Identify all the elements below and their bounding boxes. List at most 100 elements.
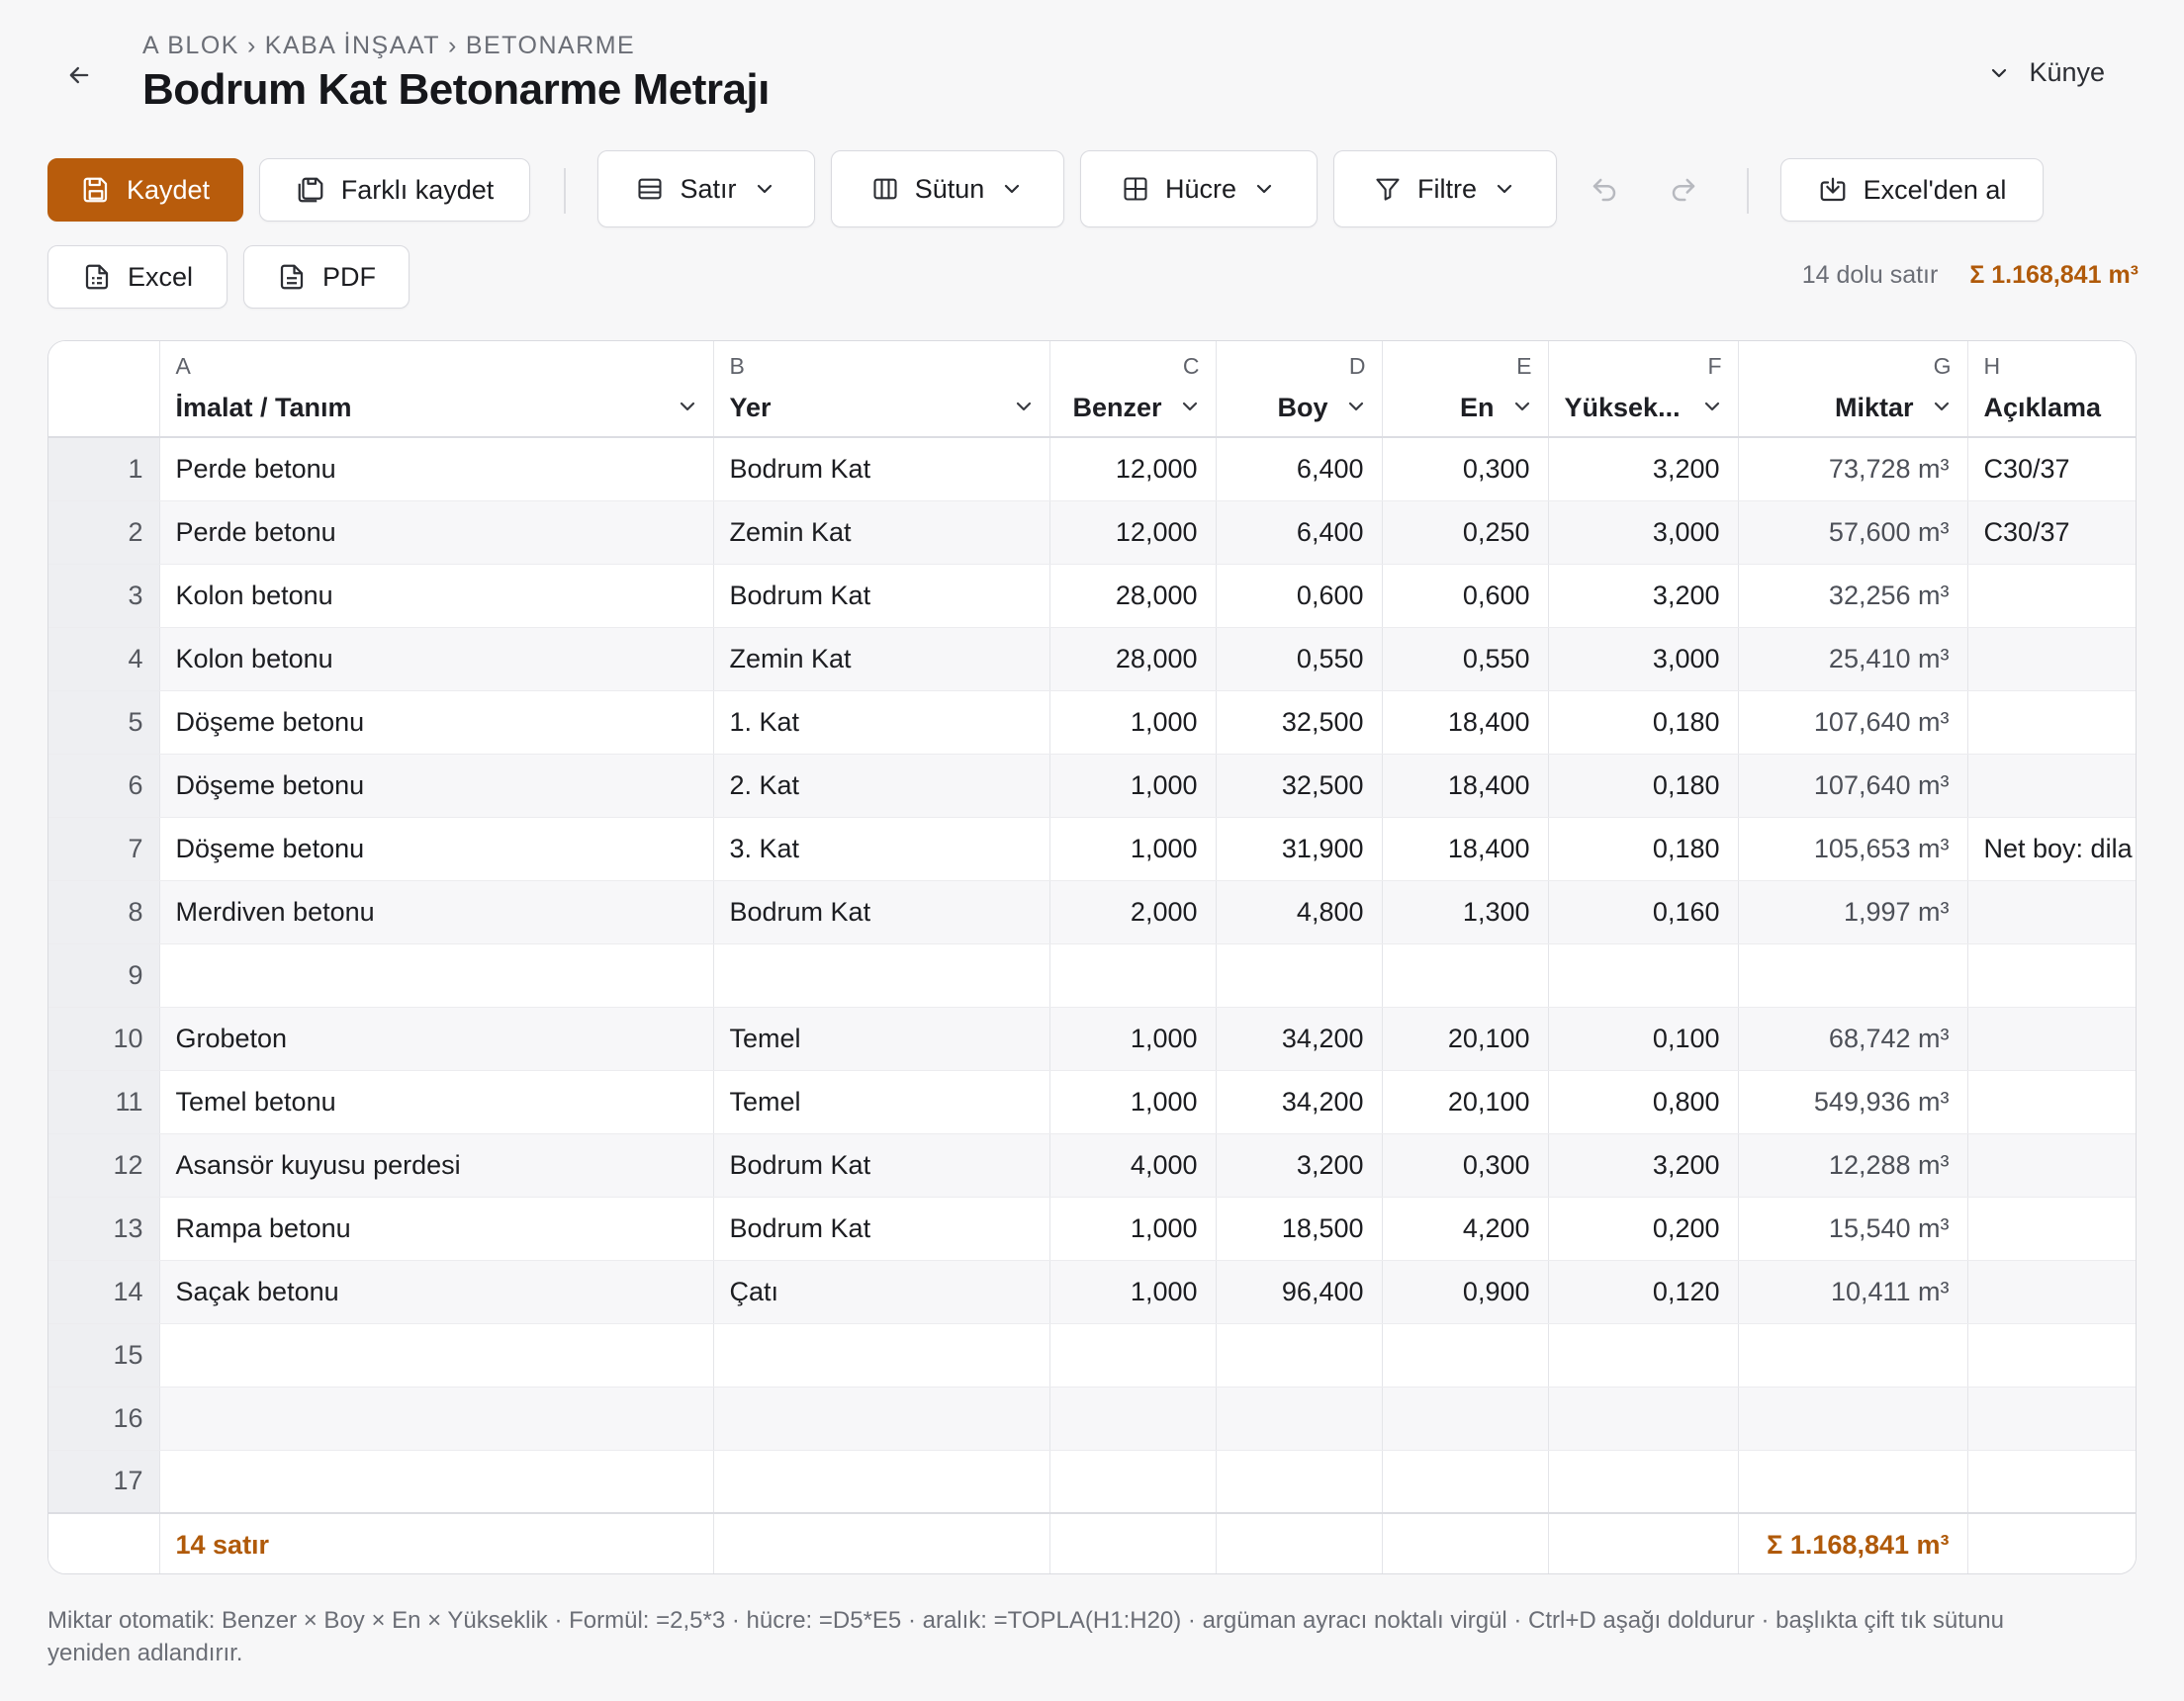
chevron-down-icon[interactable] [1700, 395, 1724, 418]
row-number[interactable]: 3 [48, 564, 160, 628]
cell-yukseklik[interactable]: 3,200 [1548, 437, 1739, 501]
cell-benzer[interactable] [1049, 1450, 1217, 1514]
cell-yer[interactable] [713, 1450, 1050, 1514]
cell-imalat[interactable] [159, 1323, 714, 1388]
cell-en[interactable] [1382, 1387, 1549, 1451]
cell-aciklama[interactable] [1967, 1260, 2136, 1324]
cell-aciklama[interactable] [1967, 1450, 2136, 1514]
chevron-down-icon[interactable] [1930, 395, 1954, 418]
cell-miktar[interactable]: 10,411 m³ [1738, 1260, 1968, 1324]
cell-imalat[interactable]: Rampa betonu [159, 1197, 714, 1261]
export-excel-button[interactable]: Excel [47, 245, 228, 309]
cell-boy[interactable] [1216, 1450, 1383, 1514]
cell-yer[interactable]: 1. Kat [713, 690, 1050, 755]
cell-en[interactable]: 18,400 [1382, 754, 1549, 818]
cell-menu-button[interactable]: Hücre [1080, 150, 1318, 227]
cell-aciklama[interactable] [1967, 880, 2136, 944]
cell-yer[interactable]: Zemin Kat [713, 627, 1050, 691]
cell-aciklama[interactable] [1967, 627, 2136, 691]
row-number[interactable]: 1 [48, 437, 160, 501]
cell-miktar[interactable] [1738, 943, 1968, 1008]
cell-boy[interactable]: 18,500 [1216, 1197, 1383, 1261]
cell-benzer[interactable]: 1,000 [1049, 754, 1217, 818]
cell-en[interactable]: 0,600 [1382, 564, 1549, 628]
cell-aciklama[interactable]: C30/37 [1967, 437, 2136, 501]
cell-yukseklik[interactable]: 3,200 [1548, 564, 1739, 628]
cell-yer[interactable] [713, 1323, 1050, 1388]
cell-imalat[interactable]: Saçak betonu [159, 1260, 714, 1324]
cell-yer[interactable]: Bodrum Kat [713, 1133, 1050, 1198]
cell-miktar[interactable]: 68,742 m³ [1738, 1007, 1968, 1071]
column-menu-button[interactable]: Sütun [831, 150, 1064, 227]
cell-yukseklik[interactable]: 0,200 [1548, 1197, 1739, 1261]
cell-imalat[interactable]: Perde betonu [159, 437, 714, 501]
cell-en[interactable]: 4,200 [1382, 1197, 1549, 1261]
cell-benzer[interactable]: 1,000 [1049, 817, 1217, 881]
cell-en[interactable] [1382, 1323, 1549, 1388]
cell-aciklama[interactable] [1967, 564, 2136, 628]
cell-boy[interactable] [1216, 1323, 1383, 1388]
cell-miktar[interactable]: 12,288 m³ [1738, 1133, 1968, 1198]
filter-menu-button[interactable]: Filtre [1333, 150, 1557, 227]
cell-benzer[interactable]: 1,000 [1049, 1197, 1217, 1261]
chevron-down-icon[interactable] [676, 395, 699, 418]
cell-yer[interactable]: Bodrum Kat [713, 1197, 1050, 1261]
cell-yukseklik[interactable]: 3,200 [1548, 1133, 1739, 1198]
cell-boy[interactable] [1216, 1387, 1383, 1451]
cell-yer[interactable] [713, 943, 1050, 1008]
cell-imalat[interactable]: Döşeme betonu [159, 690, 714, 755]
column-header-b[interactable]: B Yer [713, 341, 1050, 438]
kunye-toggle[interactable]: Künye [1987, 57, 2105, 88]
cell-boy[interactable]: 3,200 [1216, 1133, 1383, 1198]
cell-imalat[interactable] [159, 1450, 714, 1514]
cell-yukseklik[interactable] [1548, 943, 1739, 1008]
cell-imalat[interactable]: Perde betonu [159, 500, 714, 565]
cell-en[interactable]: 20,100 [1382, 1007, 1549, 1071]
cell-boy[interactable]: 31,900 [1216, 817, 1383, 881]
cell-imalat[interactable]: Kolon betonu [159, 564, 714, 628]
cell-en[interactable]: 0,550 [1382, 627, 1549, 691]
cell-yer[interactable]: Bodrum Kat [713, 880, 1050, 944]
cell-boy[interactable]: 0,550 [1216, 627, 1383, 691]
column-header-a[interactable]: A İmalat / Tanım [159, 341, 714, 438]
back-button[interactable] [55, 51, 103, 99]
cell-en[interactable]: 0,300 [1382, 437, 1549, 501]
cell-miktar[interactable] [1738, 1387, 1968, 1451]
breadcrumb-item-betonarme[interactable]: BETONARME [466, 32, 635, 59]
cell-benzer[interactable]: 28,000 [1049, 627, 1217, 691]
cell-yer[interactable] [713, 1387, 1050, 1451]
chevron-down-icon[interactable] [1344, 395, 1368, 418]
column-header-d[interactable]: D Boy [1216, 341, 1383, 438]
cell-benzer[interactable]: 12,000 [1049, 500, 1217, 565]
cell-aciklama[interactable] [1967, 943, 2136, 1008]
cell-yer[interactable]: Bodrum Kat [713, 437, 1050, 501]
cell-boy[interactable]: 4,800 [1216, 880, 1383, 944]
cell-en[interactable]: 1,300 [1382, 880, 1549, 944]
cell-aciklama[interactable] [1967, 1070, 2136, 1134]
cell-boy[interactable]: 6,400 [1216, 500, 1383, 565]
cell-miktar[interactable]: 107,640 m³ [1738, 690, 1968, 755]
column-header-g[interactable]: G Miktar [1738, 341, 1968, 438]
cell-boy[interactable]: 34,200 [1216, 1007, 1383, 1071]
cell-miktar[interactable]: 73,728 m³ [1738, 437, 1968, 501]
row-menu-button[interactable]: Satır [597, 150, 815, 227]
cell-benzer[interactable]: 4,000 [1049, 1133, 1217, 1198]
column-header-f[interactable]: F Yüksek... [1548, 341, 1739, 438]
cell-imalat[interactable]: Döşeme betonu [159, 817, 714, 881]
cell-yer[interactable]: Temel [713, 1070, 1050, 1134]
cell-benzer[interactable]: 1,000 [1049, 1070, 1217, 1134]
cell-imalat[interactable]: Döşeme betonu [159, 754, 714, 818]
cell-yer[interactable]: Zemin Kat [713, 500, 1050, 565]
column-header-h[interactable]: H Açıklama [1967, 341, 2136, 438]
cell-yukseklik[interactable]: 0,120 [1548, 1260, 1739, 1324]
row-number[interactable]: 9 [48, 943, 160, 1008]
cell-yukseklik[interactable]: 3,000 [1548, 627, 1739, 691]
chevron-down-icon[interactable] [1510, 395, 1534, 418]
cell-yukseklik[interactable]: 3,000 [1548, 500, 1739, 565]
cell-en[interactable]: 0,900 [1382, 1260, 1549, 1324]
cell-miktar[interactable] [1738, 1323, 1968, 1388]
cell-imalat[interactable]: Grobeton [159, 1007, 714, 1071]
cell-imalat[interactable] [159, 943, 714, 1008]
row-number[interactable]: 7 [48, 817, 160, 881]
row-number[interactable]: 10 [48, 1007, 160, 1071]
